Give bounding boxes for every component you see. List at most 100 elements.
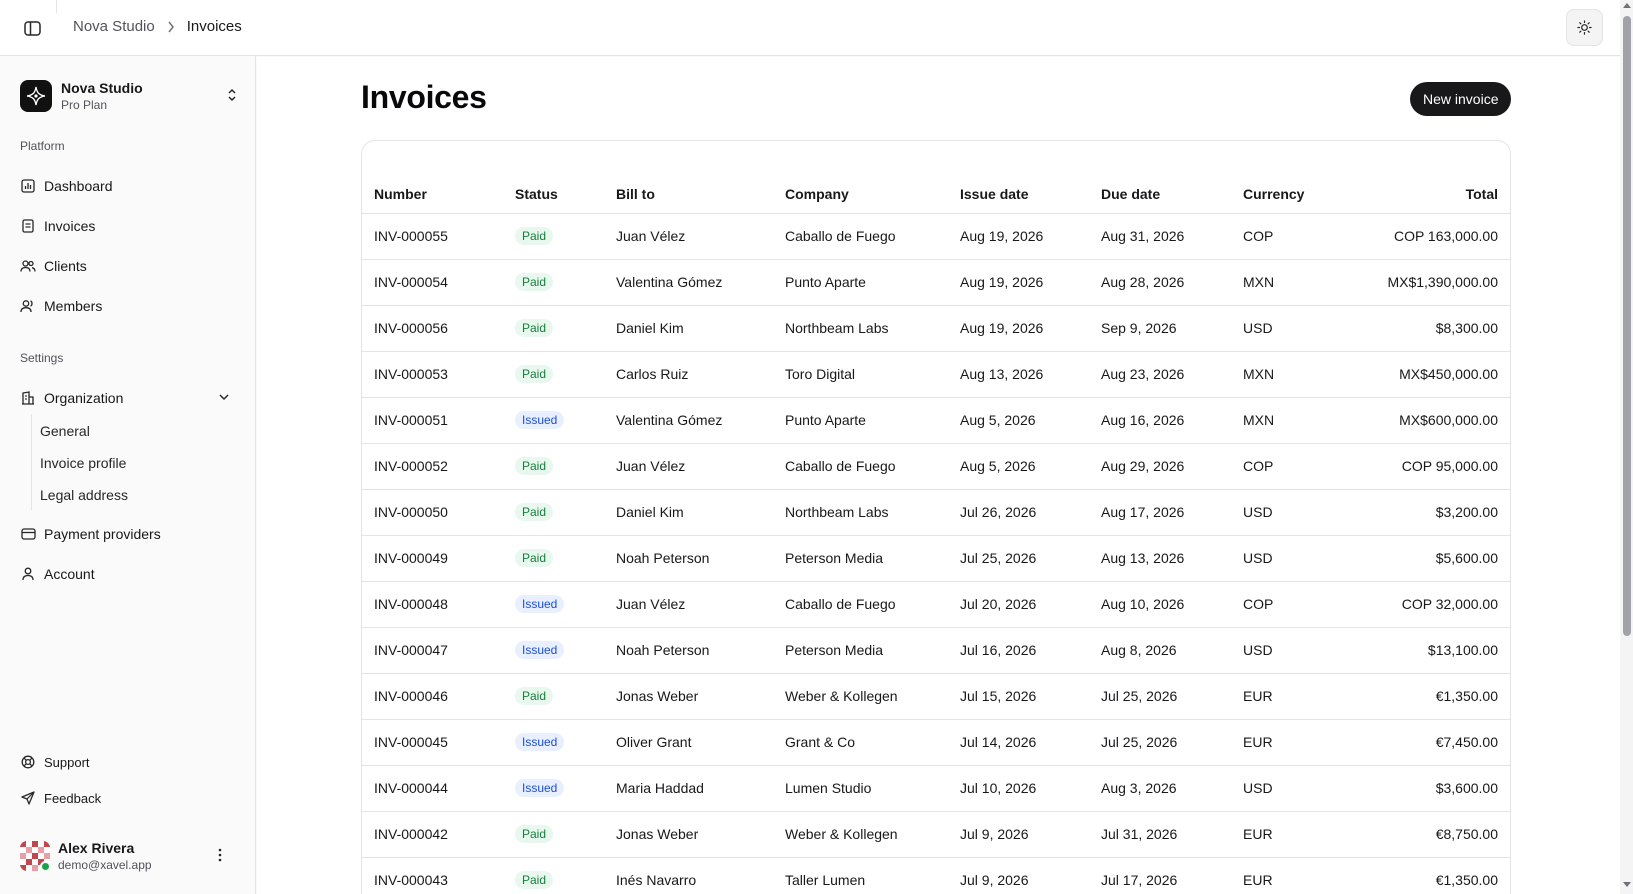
scroll-up-arrow[interactable] [1623,3,1631,8]
cell-due-date: Aug 10, 2026 [1089,581,1231,628]
sidebar-item-feedback[interactable]: Feedback [12,782,242,814]
breadcrumb-org-link[interactable]: Nova Studio [73,18,155,35]
members-icon [20,298,36,314]
cell-due-date: Jul 25, 2026 [1089,673,1231,720]
org-switcher[interactable]: Nova Studio Pro Plan [20,76,238,116]
cell-due-date: Aug 16, 2026 [1089,397,1231,444]
sidebar-subitem-invoice-profile[interactable]: Invoice profile [40,449,126,477]
cell-issue-date: Jul 25, 2026 [948,535,1089,582]
cell-issue-date: Jul 9, 2026 [948,811,1089,858]
cell-number: INV-000050 [362,489,503,536]
sidebar-subitem-general[interactable]: General [40,417,90,445]
sidebar-item-label: Account [44,566,95,582]
cell-currency: USD [1231,489,1321,536]
cell-total: $8,300.00 [1321,305,1510,352]
sidebar-item-label: Organization [44,390,124,406]
cell-currency: MXN [1231,397,1321,444]
cell-status: Paid [503,857,604,894]
status-badge: Paid [515,365,554,383]
cell-bill-to: Juan Vélez [604,213,773,260]
cell-company: Lumen Studio [773,765,948,812]
cell-due-date: Jul 17, 2026 [1089,857,1231,894]
cell-due-date: Aug 17, 2026 [1089,489,1231,536]
table-row[interactable]: INV-000043 Paid Inés Navarro Taller Lumen Ju… [362,857,1510,894]
column-header-due-date: Due date [1089,175,1231,214]
cell-due-date: Jul 25, 2026 [1089,719,1231,766]
cell-total: COP 95,000.00 [1321,443,1510,490]
credit-card-icon [20,526,36,542]
theme-toggle-button[interactable] [1566,9,1603,46]
invoices-table: Number Status Bill to Company Issue date… [362,175,1510,894]
table-row[interactable]: INV-000055 Paid Juan Vélez Caballo de Fuego… [362,213,1510,260]
cell-currency: MXN [1231,259,1321,306]
cell-company: Punto Aparte [773,397,948,444]
cell-total: $3,600.00 [1321,765,1510,812]
table-row[interactable]: INV-000052 Paid Juan Vélez Caballo de Fuego… [362,443,1510,490]
cell-due-date: Aug 8, 2026 [1089,627,1231,674]
table-row[interactable]: INV-000056 Paid Daniel Kim Northbeam Labs Au… [362,305,1510,352]
user-menu-trigger[interactable]: Alex Rivera demo@xavel.app [20,836,238,876]
sidebar-item-clients[interactable]: Clients [12,250,242,282]
status-badge: Paid [515,549,554,567]
cell-number: INV-000047 [362,627,503,674]
table-row[interactable]: INV-000042 Paid Jonas Weber Weber & Kollege… [362,811,1510,858]
sidebar-item-invoices[interactable]: Invoices [12,210,242,242]
cell-bill-to: Noah Peterson [604,627,773,674]
cell-number: INV-000054 [362,259,503,306]
sidebar-item-label: Support [44,754,90,770]
sidebar-item-dashboard[interactable]: Dashboard [12,170,242,202]
sidebar-item-label: Dashboard [44,178,113,194]
status-badge: Paid [515,273,554,291]
cell-due-date: Aug 29, 2026 [1089,443,1231,490]
sidebar-item-account[interactable]: Account [12,558,242,590]
sidebar-item-organization[interactable]: Organization [12,382,242,414]
cell-currency: EUR [1231,719,1321,766]
cell-company: Weber & Kollegen [773,811,948,858]
new-invoice-button[interactable]: New invoice [1410,82,1512,116]
scroll-down-arrow[interactable] [1623,882,1631,887]
table-row[interactable]: INV-000046 Paid Jonas Weber Weber & Kollege… [362,673,1510,720]
cell-number: INV-000046 [362,673,503,720]
table-row[interactable]: INV-000044 Issued Maria Haddad Lumen Studio… [362,765,1510,812]
table-row[interactable]: INV-000048 Issued Juan Vélez Caballo de Fue… [362,581,1510,628]
cell-number: INV-000044 [362,765,503,812]
cell-company: Peterson Media [773,535,948,582]
cell-total: $5,600.00 [1321,535,1510,582]
table-row[interactable]: INV-000054 Paid Valentina Gómez Punto Apart… [362,259,1510,306]
dashboard-icon [20,178,36,194]
sidebar-item-support[interactable]: Support [12,746,242,778]
cell-company: Punto Aparte [773,259,948,306]
status-badge: Paid [515,227,554,245]
table-row[interactable]: INV-000053 Paid Carlos Ruiz Toro Digital Aug… [362,351,1510,398]
invoices-table-card: Number Status Bill to Company Issue date… [361,140,1511,894]
cell-number: INV-000053 [362,351,503,398]
sidebar-toggle-button[interactable] [20,17,44,39]
sidebar-item-payment-providers[interactable]: Payment providers [12,518,242,550]
table-row[interactable]: INV-000051 Issued Valentina Gómez Punto Apa… [362,397,1510,444]
divider [56,0,57,13]
lifebuoy-icon [20,754,36,770]
sidebar-item-label: Clients [44,258,87,274]
table-row[interactable]: INV-000050 Paid Daniel Kim Northbeam Labs Ju… [362,489,1510,536]
more-vertical-icon[interactable] [218,848,222,865]
column-header-bill-to: Bill to [604,175,773,214]
table-row[interactable]: INV-000047 Issued Noah Peterson Peterson Me… [362,627,1510,674]
sidebar-item-members[interactable]: Members [12,290,242,322]
org-plan: Pro Plan [61,98,108,112]
sidebar-subitem-legal-address[interactable]: Legal address [40,481,128,509]
cell-total: €8,750.00 [1321,811,1510,858]
cell-bill-to: Noah Peterson [604,535,773,582]
cell-bill-to: Daniel Kim [604,305,773,352]
status-badge: Paid [515,503,554,521]
scrollbar-thumb[interactable] [1623,16,1631,636]
cell-bill-to: Jonas Weber [604,811,773,858]
cell-currency: COP [1231,581,1321,628]
cell-company: Northbeam Labs [773,305,948,352]
cell-company: Taller Lumen [773,857,948,894]
table-row[interactable]: INV-000045 Issued Oliver Grant Grant & Co Ju… [362,719,1510,766]
cell-due-date: Aug 13, 2026 [1089,535,1231,582]
cell-status: Issued [503,765,604,812]
table-row[interactable]: INV-000049 Paid Noah Peterson Peterson Medi… [362,535,1510,582]
breadcrumb-current: Invoices [186,18,242,35]
cell-total: €1,350.00 [1321,673,1510,720]
